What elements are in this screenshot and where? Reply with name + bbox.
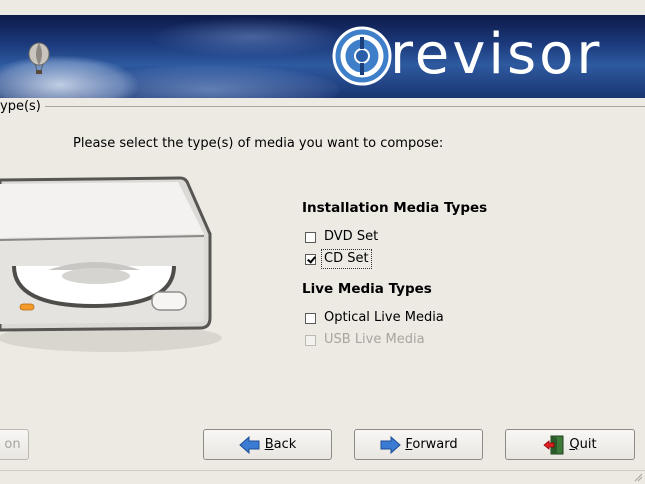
balloon-icon: [28, 42, 50, 74]
partial-button-label: on: [4, 437, 21, 452]
usb-live-media-checkbox: USB Live Media: [305, 331, 425, 349]
dvd-set-label[interactable]: DVD Set: [324, 228, 378, 246]
back-arrow-icon: [238, 435, 260, 454]
optical-live-media-checkbox[interactable]: Optical Live Media: [305, 309, 444, 327]
checkbox-box[interactable]: [305, 312, 316, 324]
top-strip: [0, 0, 645, 15]
banner-cloud: [150, 17, 350, 57]
quit-button[interactable]: Quit: [505, 429, 635, 460]
partial-left-button: on: [0, 429, 29, 460]
frame-title: ype(s): [0, 98, 45, 116]
forward-button[interactable]: Forward: [354, 429, 483, 460]
usb-live-media-label: USB Live Media: [324, 332, 425, 347]
checkbox-box[interactable]: [305, 253, 316, 265]
cd-set-checkbox[interactable]: CD Set: [305, 249, 372, 269]
resize-grip-icon[interactable]: [633, 472, 643, 482]
header-banner: revisor: [0, 15, 645, 98]
back-button[interactable]: Back: [203, 429, 332, 460]
installation-media-types-heading: Installation Media Types: [302, 200, 488, 216]
back-button-label: Back: [264, 437, 297, 452]
live-media-types-heading: Live Media Types: [302, 281, 432, 297]
quit-door-icon: [543, 435, 564, 454]
optical-live-media-label[interactable]: Optical Live Media: [324, 309, 444, 327]
bottom-separator: [0, 470, 645, 471]
optical-drive-icon: [0, 176, 222, 352]
cd-set-label[interactable]: CD Set: [321, 249, 372, 269]
quit-button-label: Quit: [569, 437, 597, 452]
forward-button-label: Forward: [405, 437, 458, 452]
banner-cloud: [0, 55, 140, 98]
prompt-text: Please select the type(s) of media you w…: [73, 136, 444, 151]
checkbox-box: [305, 334, 316, 346]
forward-arrow-icon: [380, 435, 402, 454]
revisor-logo-icon: [332, 26, 392, 86]
revisor-logo-text: revisor: [390, 22, 603, 87]
dvd-set-checkbox[interactable]: DVD Set: [305, 228, 378, 246]
checkbox-box[interactable]: [305, 231, 316, 243]
